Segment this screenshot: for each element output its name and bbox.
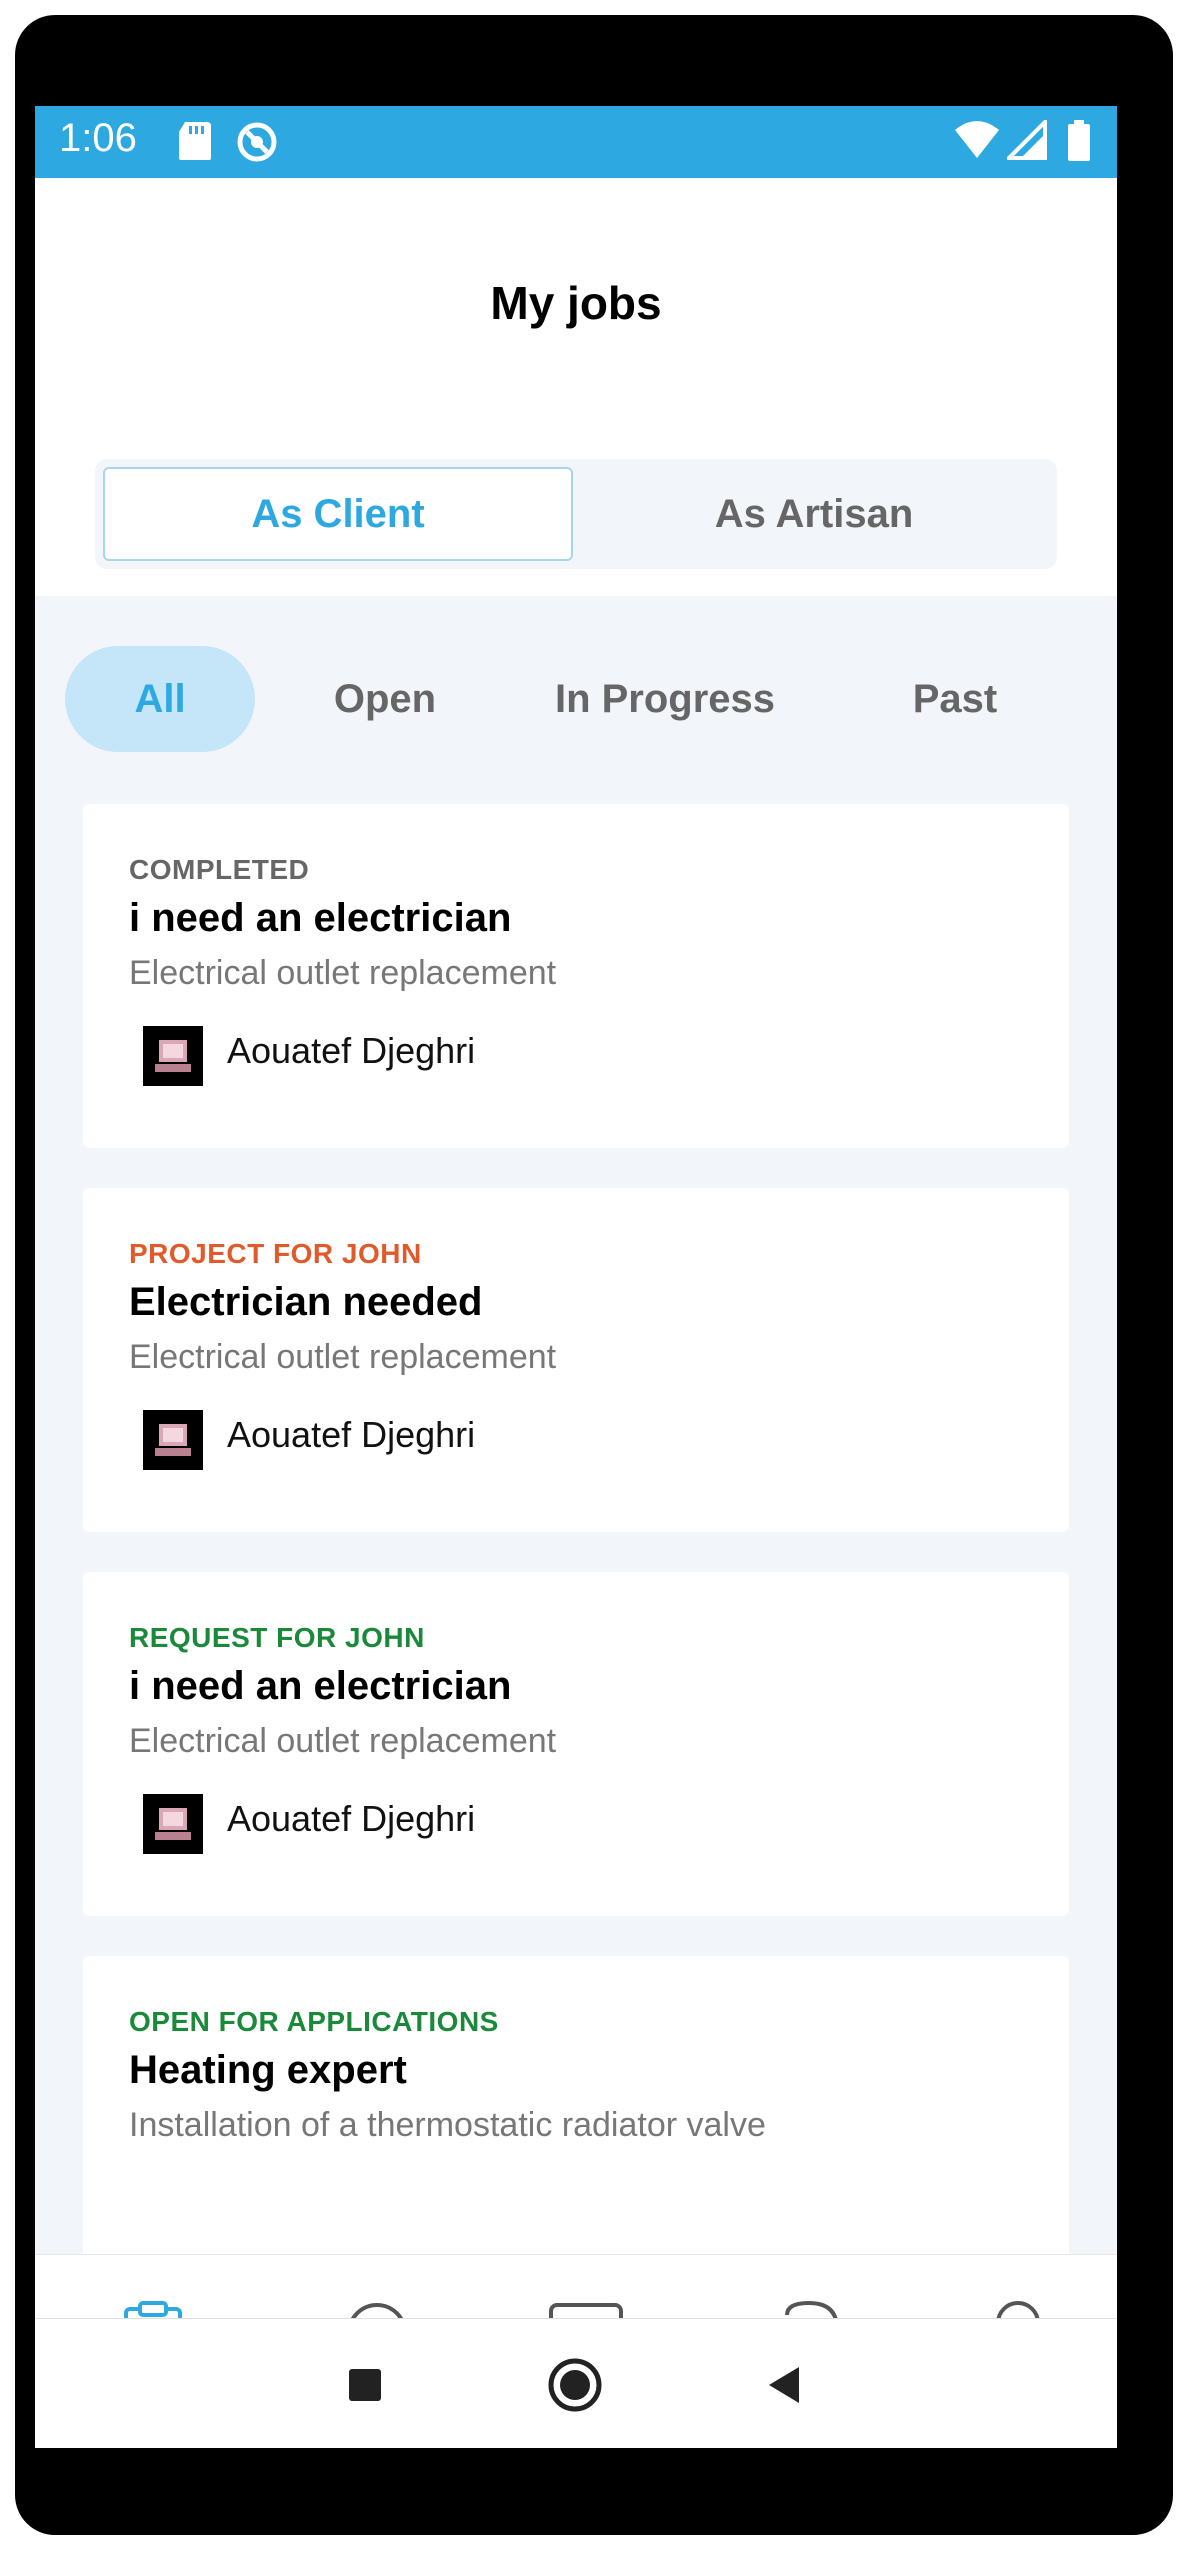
home-circle-icon[interactable] [545, 2355, 605, 2415]
job-description: Installation of a thermostatic radiator … [129, 2106, 766, 2144]
status-bar: 1:06 [35, 106, 1117, 178]
tab-as-client[interactable]: As Client [103, 467, 573, 561]
job-description: Electrical outlet replacement [129, 1338, 557, 1376]
job-description: Electrical outlet replacement [129, 1722, 557, 1760]
app-screen: 1:06 My jobs As Client As Artisan All Op… [35, 106, 1117, 2448]
job-description: Electrical outlet replacement [129, 954, 557, 992]
job-card[interactable]: COMPLETED i need an electrician Electric… [83, 804, 1069, 1148]
job-title: Electrician needed [129, 1280, 483, 1324]
job-status: REQUEST FOR JOHN [129, 1622, 425, 1653]
job-status: OPEN FOR APPLICATIONS [129, 2006, 499, 2037]
avatar [143, 1026, 203, 1086]
job-title: i need an electrician [129, 1664, 512, 1708]
avatar [143, 1794, 203, 1854]
job-person-name: Aouatef Djeghri [227, 1798, 476, 1839]
job-card[interactable]: PROJECT FOR JOHN Electrician needed Elec… [83, 1188, 1069, 1532]
sync-icon [235, 120, 279, 169]
signal-icon [1004, 117, 1047, 165]
avatar [143, 1410, 203, 1470]
filter-open[interactable]: Open [285, 646, 485, 752]
job-title: Heating expert [129, 2048, 407, 2092]
job-person-name: Aouatef Djeghri [227, 1414, 476, 1455]
job-card[interactable]: REQUEST FOR JOHN i need an electrician E… [83, 1572, 1069, 1916]
filter-past[interactable]: Past [855, 646, 1055, 752]
job-card[interactable]: OPEN FOR APPLICATIONS Heating expert Ins… [83, 1956, 1069, 2300]
recents-square-icon[interactable] [335, 2355, 395, 2415]
wifi-icon [953, 120, 1001, 165]
filter-in-progress[interactable]: In Progress [515, 646, 815, 752]
battery-icon [1067, 120, 1091, 167]
tab-as-artisan[interactable]: As Artisan [579, 467, 1049, 561]
job-status: PROJECT FOR JOHN [129, 1238, 422, 1269]
job-person-name: Aouatef Djeghri [227, 1030, 476, 1071]
jobs-content: All Open In Progress Past COMPLETED i ne… [35, 596, 1117, 2300]
sd-card-icon [177, 120, 213, 167]
job-title: i need an electrician [129, 896, 512, 940]
page-title: My jobs [490, 277, 662, 329]
system-nav-bar [35, 2318, 1117, 2448]
job-status: COMPLETED [129, 854, 310, 885]
back-triangle-icon[interactable] [755, 2355, 815, 2415]
filter-all[interactable]: All [65, 646, 255, 752]
status-time: 1:06 [59, 116, 137, 160]
role-toggle: As Client As Artisan [95, 459, 1057, 569]
